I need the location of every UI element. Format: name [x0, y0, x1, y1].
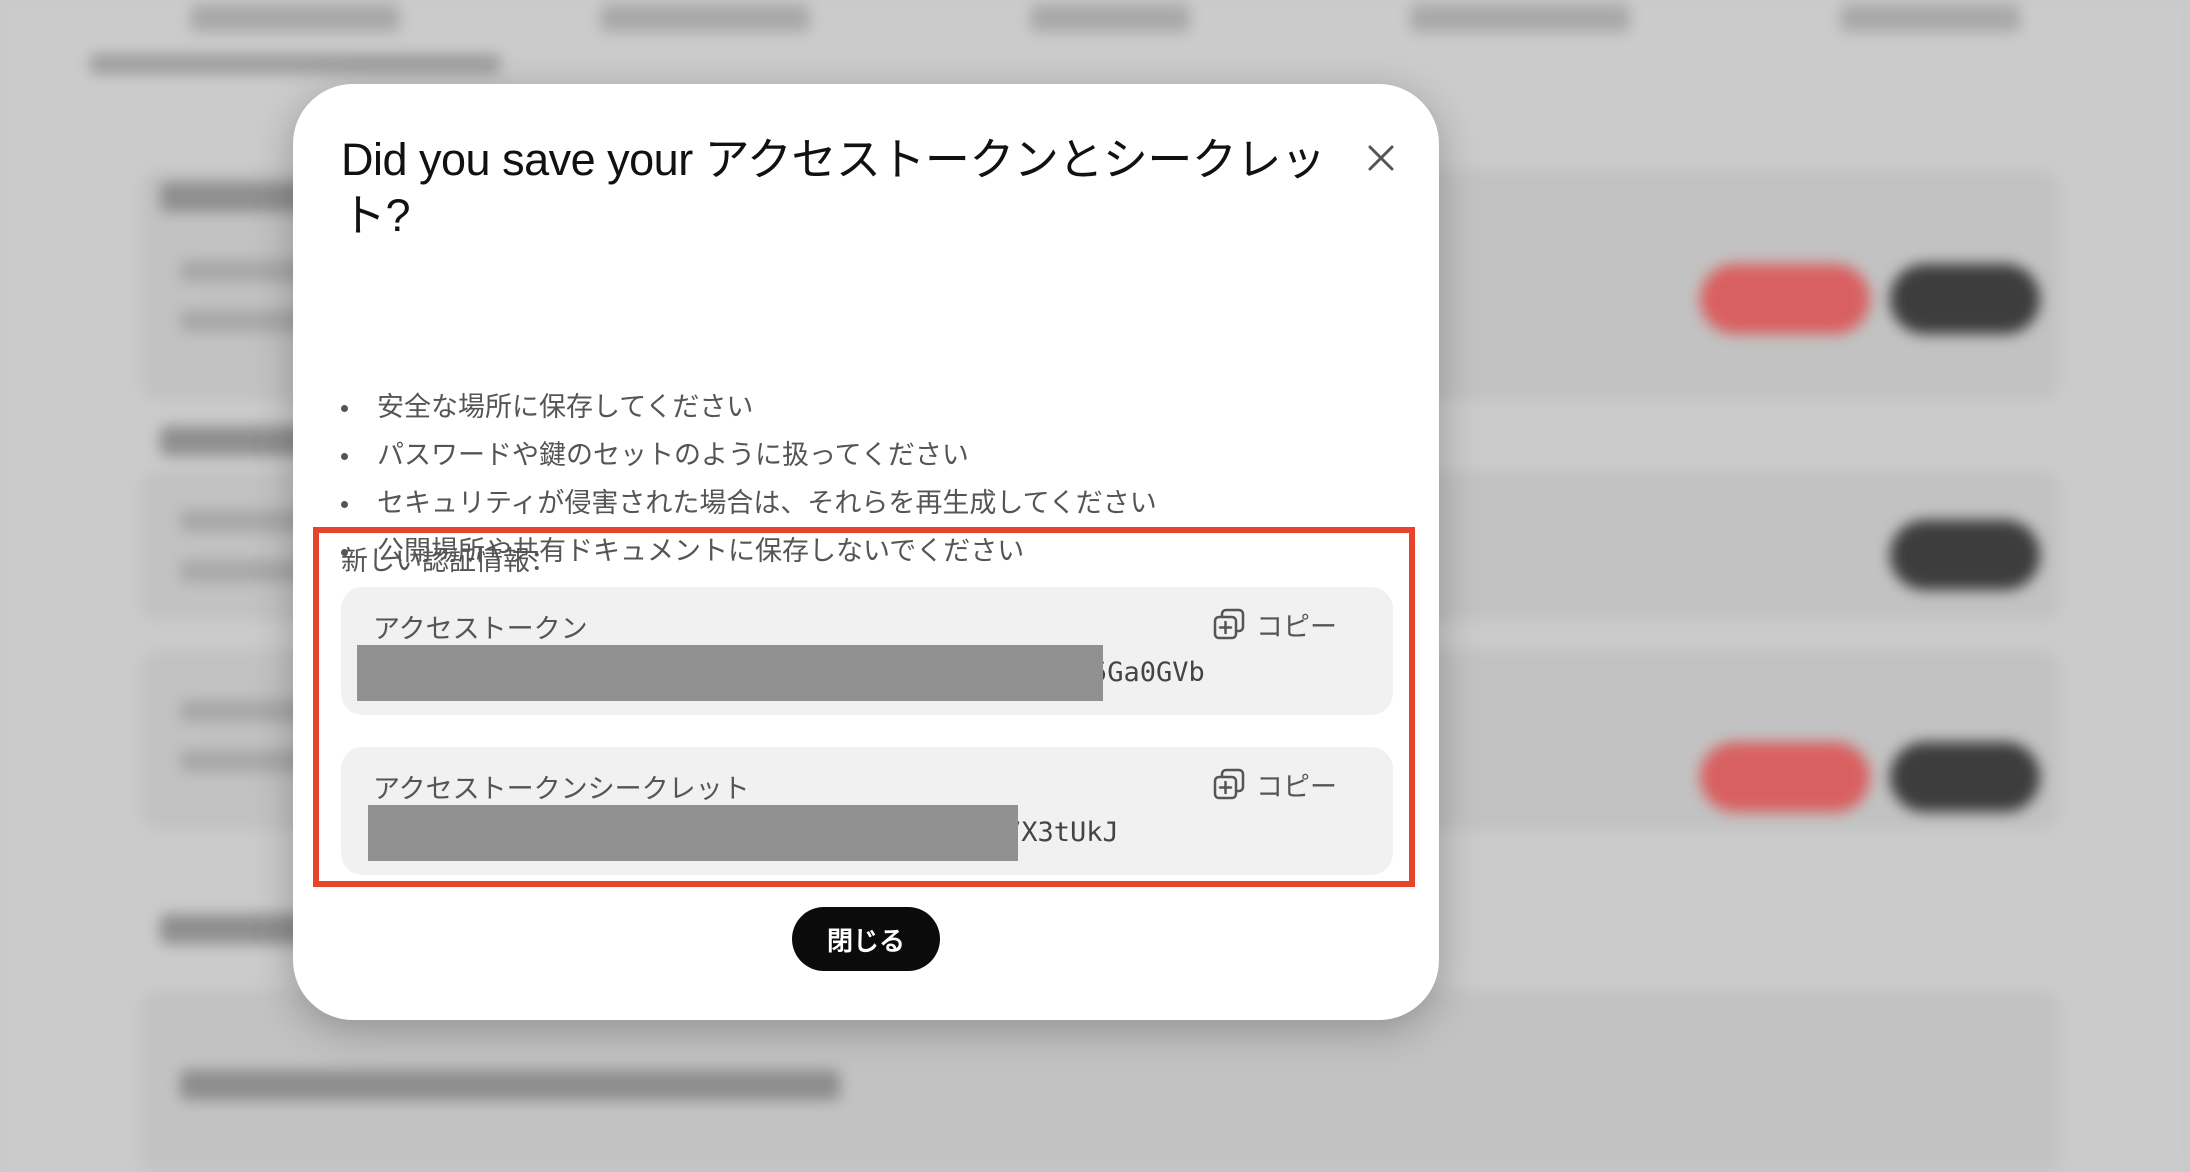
access-token-card: アクセストークン コピー 5Ga0GVb [341, 587, 1393, 715]
access-token-secret-value: 7X3tUkJ [1005, 817, 1119, 848]
copy-icon [1212, 768, 1246, 802]
access-token-secret-label: アクセストークンシークレット [373, 774, 750, 805]
redacted-access-token-secret [368, 805, 1018, 861]
background-tab [1410, 4, 1630, 32]
background-button [1700, 264, 1870, 334]
background-tab [1030, 4, 1190, 32]
background-button [1890, 264, 2040, 334]
access-token-value: 5Ga0GVb [1091, 657, 1205, 688]
background-tab [1840, 4, 2020, 32]
background-tab [600, 4, 810, 32]
background-button [1890, 520, 2040, 590]
copy-access-token-secret-button[interactable]: コピー [1212, 765, 1337, 804]
list-item: 安全な場所に保存してください [341, 384, 1157, 432]
list-item: パスワードや鍵のセットのように扱ってください [341, 432, 1157, 480]
copy-access-token-button[interactable]: コピー [1212, 605, 1337, 644]
close-button[interactable]: 閉じる [792, 907, 940, 971]
background-tab [190, 4, 400, 32]
access-token-label: アクセストークン [373, 614, 588, 645]
close-dialog-button[interactable] [1353, 132, 1409, 188]
redacted-access-token [357, 645, 1103, 701]
copy-icon [1212, 608, 1246, 642]
new-credentials-section: 新しい認証情報： アクセストークン コピー 5Ga0GVb アクセストークンシー… [313, 527, 1415, 887]
save-credentials-dialog: Did you save your アクセストークンとシークレット? 安全な場所… [293, 84, 1439, 1020]
list-item: セキュリティが侵害された場合は、それらを再生成してください [341, 480, 1157, 528]
background-button [1700, 742, 1870, 812]
copy-label: コピー [1256, 612, 1337, 643]
background-line [180, 1070, 840, 1100]
close-icon [1366, 143, 1396, 177]
credentials-heading: 新しい認証情報： [341, 546, 557, 577]
background-underline [90, 54, 500, 74]
background-button [1890, 742, 2040, 812]
copy-label: コピー [1256, 772, 1337, 803]
dialog-title: Did you save your アクセストークンとシークレット? [341, 134, 1326, 241]
access-token-secret-card: アクセストークンシークレット コピー 7X3tUkJ [341, 747, 1393, 875]
